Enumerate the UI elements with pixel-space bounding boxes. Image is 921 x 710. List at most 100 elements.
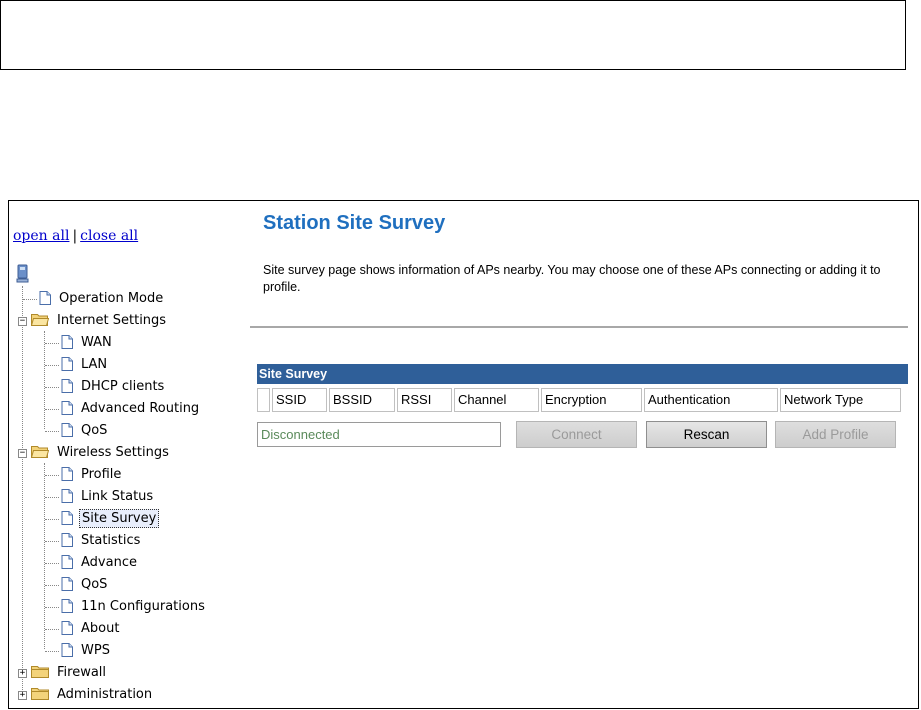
tree-folder-wireless-settings[interactable]: Wireless Settings <box>31 442 171 464</box>
tree-item-label: Advanced Routing <box>81 401 200 416</box>
tree-item-wan[interactable]: WAN <box>61 332 114 354</box>
top-banner-box <box>0 0 906 70</box>
tree-item-label: QoS <box>81 423 108 438</box>
page-icon <box>61 488 73 503</box>
tree-item-label: Advance <box>81 555 137 570</box>
tree-folder-administration[interactable]: Administration <box>31 684 154 706</box>
tree-toolbar: open all | close all <box>13 228 138 244</box>
folder-open-icon <box>31 446 49 458</box>
tree-item-statistics[interactable]: Statistics <box>61 530 142 552</box>
tree-item-label: LAN <box>81 357 108 372</box>
page-icon <box>39 290 51 305</box>
tree-item-label-selected: Site Survey <box>79 509 160 528</box>
tree-line <box>45 343 59 344</box>
tree-item-label: 11n Configurations <box>81 599 205 614</box>
tree-item-advance[interactable]: Advance <box>61 552 139 574</box>
page-icon <box>61 598 73 613</box>
tree-folder-firewall[interactable]: Firewall <box>31 662 108 684</box>
tree-line <box>45 651 59 652</box>
tree-item-wireless-qos[interactable]: QoS <box>61 574 109 596</box>
tree-item-wps[interactable]: WPS <box>61 640 112 662</box>
tree-item-operation-mode[interactable]: Operation Mode <box>39 288 165 310</box>
page-icon <box>61 356 73 371</box>
page-icon <box>61 510 73 525</box>
page-icon <box>61 400 73 415</box>
site-survey-columns: SSID BSSID RSSI Channel Encryption Authe… <box>257 388 903 412</box>
column-network-type: Network Type <box>780 388 901 412</box>
page-icon <box>61 620 73 635</box>
tree-folder-internet-settings[interactable]: Internet Settings <box>31 310 168 332</box>
page-icon <box>61 554 73 569</box>
column-bssid: BSSID <box>329 388 395 412</box>
folder-closed-icon <box>31 666 49 678</box>
tree-line <box>45 365 59 366</box>
tree-item-label: Statistics <box>81 533 141 548</box>
site-survey-table-header: Site Survey <box>257 364 908 384</box>
toolbar-separator: | <box>72 228 78 244</box>
page-icon <box>61 334 73 349</box>
column-select <box>257 388 270 412</box>
page-icon <box>61 576 73 591</box>
add-profile-button[interactable]: Add Profile <box>775 421 896 448</box>
tree-item-11n-configurations[interactable]: 11n Configurations <box>61 596 207 618</box>
tree-item-label: Link Status <box>81 489 154 504</box>
router-admin-frame: open all | close all Operation Mode − Inte… <box>8 200 919 709</box>
tree-item-label: Internet Settings <box>57 313 167 328</box>
tree-line <box>45 409 59 410</box>
tree-line <box>45 475 59 476</box>
tree-item-label: Administration <box>57 687 153 702</box>
page-icon <box>61 422 73 437</box>
tree-item-label: QoS <box>81 577 108 592</box>
tree-line <box>45 585 59 586</box>
tree-line <box>45 541 59 542</box>
tree-item-lan[interactable]: LAN <box>61 354 109 376</box>
page-icon <box>61 378 73 393</box>
tree-item-label: Firewall <box>57 665 107 680</box>
tree-item-profile[interactable]: Profile <box>61 464 123 486</box>
tree-item-label: Operation Mode <box>59 291 164 306</box>
tree-item-advanced-routing[interactable]: Advanced Routing <box>61 398 201 420</box>
divider <box>250 326 908 328</box>
open-all-link[interactable]: open all <box>13 228 69 244</box>
tree-line <box>23 299 37 300</box>
page-title: Station Site Survey <box>263 212 446 234</box>
page-icon <box>61 532 73 547</box>
tree-line <box>45 431 59 432</box>
column-channel: Channel <box>454 388 539 412</box>
folder-closed-icon <box>31 688 49 700</box>
tree-item-dhcp-clients[interactable]: DHCP clients <box>61 376 166 398</box>
tree-line <box>44 463 45 649</box>
tree-line <box>22 286 23 694</box>
expand-firewall-button[interactable]: + <box>18 669 27 678</box>
tree-line <box>45 629 59 630</box>
tree-item-internet-qos[interactable]: QoS <box>61 420 109 442</box>
tree-line <box>45 563 59 564</box>
close-all-link[interactable]: close all <box>80 228 138 244</box>
tree-line <box>45 607 59 608</box>
tree-line <box>45 387 59 388</box>
tree-item-label: Wireless Settings <box>57 445 169 460</box>
rescan-button[interactable]: Rescan <box>646 421 767 448</box>
tree-item-label: DHCP clients <box>81 379 165 394</box>
collapse-internet-settings-button[interactable]: − <box>18 317 27 326</box>
computer-root-icon <box>16 264 29 283</box>
folder-open-icon <box>31 314 49 326</box>
page-icon <box>61 642 73 657</box>
tree-item-label: About <box>81 621 120 636</box>
tree-item-link-status[interactable]: Link Status <box>61 486 155 508</box>
connect-button[interactable]: Connect <box>516 421 637 448</box>
page-icon <box>61 466 73 481</box>
column-ssid: SSID <box>272 388 327 412</box>
page-description: Site survey page shows information of AP… <box>263 263 881 294</box>
collapse-wireless-settings-button[interactable]: − <box>18 449 27 458</box>
tree-item-label: WPS <box>81 643 110 658</box>
tree-item-site-survey[interactable]: Site Survey <box>61 508 160 530</box>
tree-line <box>45 497 59 498</box>
connection-status-field: Disconnected <box>257 422 501 447</box>
tree-line <box>45 519 59 520</box>
column-authentication: Authentication <box>644 388 778 412</box>
tree-item-label: WAN <box>81 335 112 350</box>
tree-item-about[interactable]: About <box>61 618 121 640</box>
tree-line <box>44 331 45 429</box>
expand-administration-button[interactable]: + <box>18 691 27 700</box>
